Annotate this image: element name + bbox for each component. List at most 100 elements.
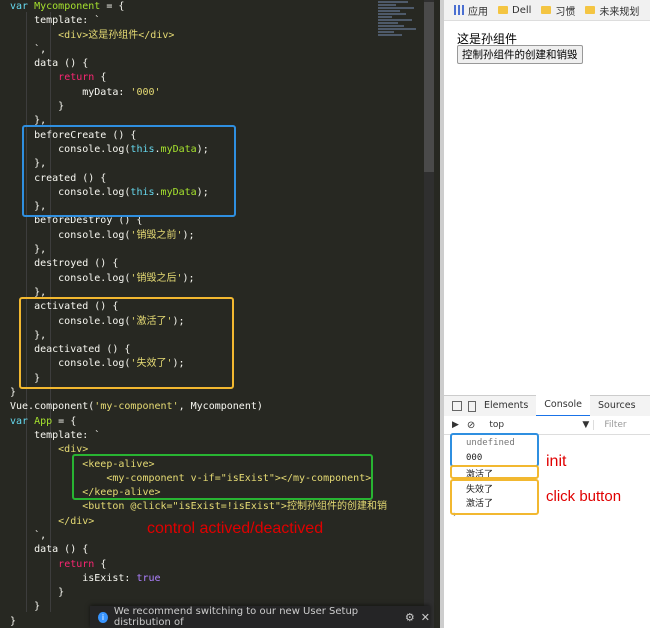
activated-log-highlight [450,465,539,479]
code-line[interactable]: } [10,586,387,600]
console-filter-input[interactable]: Filter [604,420,626,430]
code-token: { [94,72,107,84]
code-line[interactable]: myData: '000' [10,86,387,100]
code-token: } [10,587,65,599]
context-value: top [489,420,505,430]
code-line[interactable]: data () { [10,543,387,557]
code-token: </div> [10,515,95,527]
editor-scrollbar-thumb[interactable] [424,2,434,172]
code-token: } [10,101,65,113]
apps-grid-icon [454,5,464,15]
code-token: `, [10,43,47,55]
toggle-component-button[interactable]: 控制孙组件的创建和销毁 [457,45,583,64]
chevron-down-icon: ▼ [582,420,590,430]
code-line[interactable]: `, [10,43,387,57]
code-token: data () { [10,58,89,70]
bookmark-apps[interactable]: 应用 [454,3,488,18]
code-token: return [58,558,95,570]
code-line[interactable]: data () { [10,57,387,71]
annotation-click-button: click button [546,488,622,505]
tab-console[interactable]: Console [536,395,590,417]
code-token: Vue.component( [10,401,95,413]
code-token: template: ` [10,15,101,27]
code-token: App [34,415,53,427]
code-line[interactable]: var App = { [10,415,387,429]
code-token: Mycomponent [34,1,101,12]
code-editor[interactable]: var Mycomponent = { template: ` <div>这是孙… [0,0,440,628]
code-token: myData: [10,86,131,98]
init-highlight [450,433,539,467]
clear-console-icon[interactable]: ⊘ [467,420,475,431]
code-token: <div>这是孙组件</div> [10,29,175,41]
folder-icon [585,6,596,14]
code-line[interactable]: var Mycomponent = { [10,0,387,14]
code-token: ); [182,229,195,241]
code-token: '000' [130,86,161,98]
code-line[interactable]: <button @click="isExist=!isExist">控制孙组件的… [10,500,387,514]
bookmark-label: Dell [512,4,532,16]
code-line[interactable]: <div>这是孙组件</div> [10,29,387,43]
code-line[interactable]: console.log('销毁之后'); [10,272,387,286]
code-line[interactable]: } [10,100,387,114]
bookmark-label: 应用 [468,6,488,18]
code-token: '销毁之前' [130,229,183,241]
folder-icon [498,6,508,14]
code-line[interactable]: isExist: true [10,572,387,586]
bookmark-label: 未来规划 [599,6,640,18]
code-token: var [10,1,35,12]
code-token: beforeDestroy () { [10,215,143,227]
context-selector[interactable]: top ▼ [489,420,595,430]
device-toolbar-icon[interactable] [468,400,476,412]
click-log-highlight [450,479,539,515]
bookmark-dell[interactable]: Dell [498,5,531,16]
tab-sources[interactable]: Sources [590,396,644,416]
code-token: '销毁之后' [130,272,183,284]
code-token: = { [52,415,77,427]
folder-icon [541,6,552,14]
close-icon[interactable]: ✕ [421,611,430,624]
code-token: template: ` [10,429,101,441]
notification-text: We recommend switching to our new User S… [113,606,359,628]
code-line[interactable]: return { [10,558,387,572]
lifecycle-create-highlight [22,125,236,217]
code-token: ); [182,272,195,284]
play-icon[interactable]: ▶ [452,420,459,430]
gear-icon[interactable]: ⚙ [405,611,415,624]
code-token: } [10,387,17,399]
browser-window: 应用 Dell 习惯 未来规划 这是孙组件 控制孙组件的创建和销毁 Elemen… [440,0,650,628]
minimap[interactable] [378,0,420,80]
code-line[interactable]: Vue.component('my-component', Mycomponen… [10,400,387,414]
code-token: } [10,601,41,613]
code-line[interactable]: }, [10,243,387,257]
code-token: console.log( [10,229,131,241]
code-line[interactable]: console.log('销毁之前'); [10,229,387,243]
code-token: data () { [10,544,89,556]
code-token: true [136,572,161,584]
annotation-init: init [546,453,567,470]
inspect-icon[interactable] [452,401,462,411]
code-token: `, [10,529,47,541]
code-token: , Mycomponent) [178,401,263,413]
info-icon: i [98,611,108,623]
bookmarks-bar: 应用 Dell 习惯 未来规划 [444,0,650,21]
code-token: = { [100,1,125,12]
code-token: } [10,615,17,627]
tab-elements[interactable]: Elements [476,396,536,416]
code-token: }, [10,244,47,256]
code-token: 'my-component' [94,401,179,413]
bookmark-habits[interactable]: 习惯 [541,3,575,18]
bookmark-label: 习惯 [555,6,576,18]
code-token: { [94,558,107,570]
code-token: isExist: [10,572,137,584]
code-line[interactable]: template: ` [10,14,387,28]
code-line[interactable]: template: ` [10,429,387,443]
code-line[interactable]: destroyed () { [10,257,387,271]
code-token: console.log( [10,272,131,284]
code-token: <button @click="isExist=!isExist">控制孙组件的… [10,501,387,513]
update-notification[interactable]: i We recommend switching to our new User… [90,606,430,628]
code-token: return [58,72,95,84]
code-line[interactable]: return { [10,71,387,85]
bookmark-future-plan[interactable]: 未来规划 [585,3,639,18]
